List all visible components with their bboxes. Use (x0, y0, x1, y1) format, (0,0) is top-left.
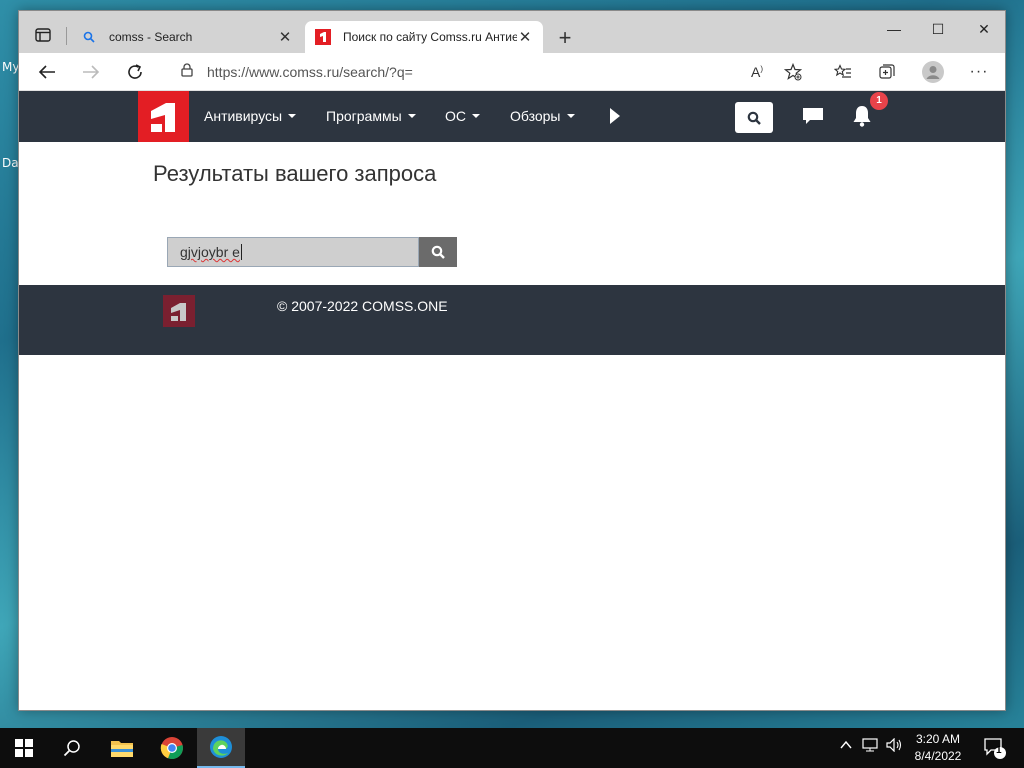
site-navbar: Антивирусы Программы ОС Обзоры 1 (19, 91, 1005, 142)
tab-comss-search[interactable]: comss - Search ✕ (71, 21, 303, 53)
action-center-count: 1 (996, 745, 1002, 756)
nav-label: Обзоры (510, 108, 561, 124)
more-icon[interactable]: ··· (967, 60, 991, 84)
nav-search-button[interactable] (735, 102, 773, 133)
copyright-text: © 2007-2022 COMSS.ONE (277, 298, 448, 314)
caret-down-icon (288, 114, 297, 118)
close-tab-icon[interactable]: ✕ (277, 28, 293, 46)
tab-title: Поиск по сайту Comss.ru Антие (343, 30, 517, 44)
taskbar-clock[interactable]: 3:20 AM 8/4/2022 (908, 731, 968, 765)
tray-chevron-icon[interactable] (840, 738, 852, 753)
search-input[interactable]: gjvjoybr е (167, 237, 419, 267)
nav-more-arrow-icon[interactable] (609, 107, 621, 130)
desktop-label-1[interactable]: My (2, 60, 19, 74)
minimize-button[interactable]: — (871, 21, 917, 43)
refresh-icon[interactable] (123, 60, 147, 84)
nav-label: Антивирусы (204, 108, 283, 124)
start-button[interactable] (0, 728, 48, 768)
search-icon (431, 245, 445, 259)
close-tab-icon[interactable]: ✕ (517, 28, 533, 46)
clock-date: 8/4/2022 (914, 749, 962, 763)
add-favorite-icon[interactable] (781, 60, 805, 84)
network-icon[interactable] (862, 738, 880, 755)
tab-strip: comss - Search ✕ Поиск по сайту Comss.ru… (19, 11, 1005, 53)
collections-icon[interactable] (875, 60, 899, 84)
new-tab-button[interactable]: + (553, 25, 577, 51)
tab-title: comss - Search (109, 30, 193, 44)
address-bar[interactable]: https://www.comss.ru/search/?q= (167, 56, 835, 88)
notification-badge: 1 (870, 92, 888, 110)
nav-programs[interactable]: Программы (326, 108, 416, 124)
search-icon (81, 29, 97, 45)
edge-icon[interactable] (197, 728, 245, 768)
maximize-button[interactable]: ☐ (915, 21, 961, 43)
read-aloud-icon[interactable]: A) (745, 60, 769, 84)
profile-icon[interactable] (921, 60, 945, 84)
nav-label: Программы (326, 108, 402, 124)
tab-comss-site[interactable]: Поиск по сайту Comss.ru Антие ✕ (305, 21, 543, 53)
file-explorer-icon[interactable] (98, 728, 146, 768)
back-icon[interactable] (35, 60, 59, 84)
caret-down-icon (472, 114, 480, 118)
search-icon (747, 111, 761, 125)
browser-toolbar: https://www.comss.ru/search/?q= A) ··· (19, 53, 1005, 91)
chrome-icon[interactable] (148, 728, 196, 768)
nav-antivirus[interactable]: Антивирусы (204, 108, 297, 124)
tab-separator (66, 27, 67, 45)
taskbar-search-icon[interactable] (48, 728, 96, 768)
site-logo[interactable] (138, 91, 189, 142)
text-cursor (240, 244, 242, 260)
caret-down-icon (566, 114, 575, 118)
favorites-icon[interactable] (831, 60, 855, 84)
windows-icon (15, 739, 33, 757)
caret-down-icon (407, 114, 416, 118)
taskbar: 3:20 AM 8/4/2022 1 (0, 728, 1024, 768)
desktop-label-2[interactable]: Da (2, 156, 19, 170)
browser-window: comss - Search ✕ Поиск по сайту Comss.ru… (18, 10, 1006, 711)
nav-reviews[interactable]: Обзоры (510, 108, 575, 124)
forward-icon[interactable] (79, 60, 103, 84)
nav-os[interactable]: ОС (445, 108, 480, 124)
tab-actions-icon[interactable] (29, 23, 57, 47)
clock-time: 3:20 AM (915, 732, 961, 746)
url-text[interactable]: https://www.comss.ru/search/?q= (207, 64, 413, 80)
nav-label: ОС (445, 108, 466, 124)
footer-logo[interactable] (163, 295, 195, 327)
comss-favicon (315, 29, 331, 45)
bell-icon[interactable] (852, 105, 872, 132)
action-center-icon[interactable]: 1 (984, 737, 1006, 762)
lock-icon[interactable] (181, 62, 193, 82)
close-window-button[interactable]: ✕ (961, 21, 1007, 43)
page-title: Результаты вашего запроса (153, 161, 437, 186)
search-input-value[interactable]: gjvjoybr е (180, 244, 240, 260)
volume-icon[interactable] (886, 737, 904, 755)
search-submit-button[interactable] (419, 237, 457, 267)
chat-icon[interactable] (802, 107, 824, 130)
site-footer: © 2007-2022 COMSS.ONE (19, 285, 1005, 355)
